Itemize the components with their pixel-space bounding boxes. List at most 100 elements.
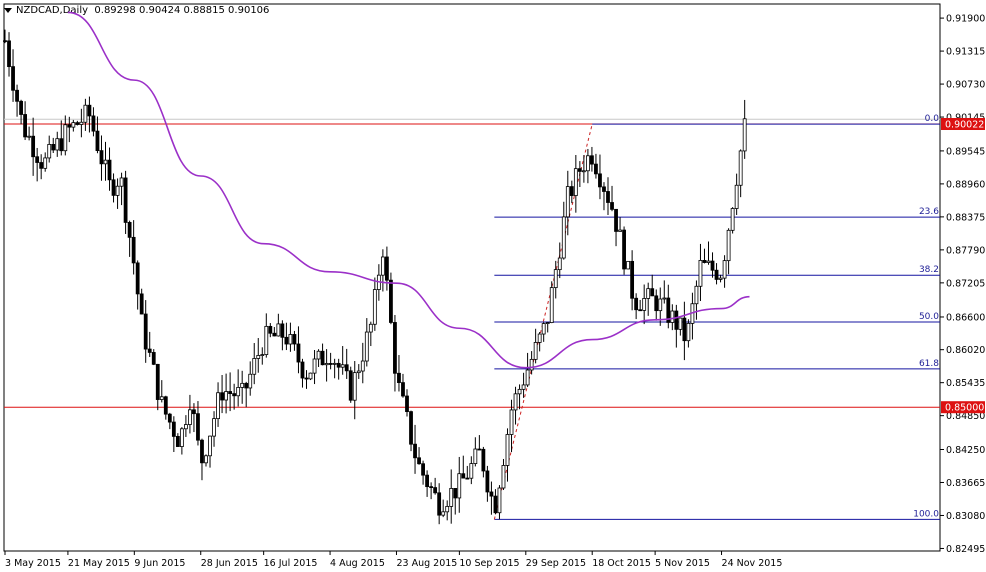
candle-body bbox=[598, 173, 602, 188]
candle-body bbox=[159, 396, 164, 400]
candle-body bbox=[171, 421, 176, 437]
y-tick-label: 0.87205 bbox=[946, 278, 985, 289]
candle-body bbox=[63, 124, 68, 152]
candle-body bbox=[220, 392, 224, 401]
candle-body bbox=[7, 40, 11, 68]
candle-body bbox=[31, 135, 36, 158]
candle-body bbox=[360, 360, 365, 372]
candle-body bbox=[734, 184, 739, 209]
candle-body bbox=[248, 373, 253, 389]
candle-body bbox=[183, 424, 188, 430]
candle-body bbox=[469, 463, 474, 479]
x-tick-label: 21 May 2015 bbox=[68, 558, 130, 569]
fib-level-label: 61.8 bbox=[919, 359, 939, 369]
candle-body bbox=[155, 363, 160, 400]
candle-body bbox=[43, 157, 48, 169]
candle-body bbox=[99, 150, 104, 165]
candle-body bbox=[244, 382, 249, 389]
candle-body bbox=[501, 465, 506, 489]
candle-body bbox=[272, 332, 277, 337]
candlestick-chart[interactable]: 0.0 23.6 38.2 50.0 61.8 100.0 0.91900 0.91315 0… bbox=[0, 0, 986, 572]
fib-level-label: 50.0 bbox=[919, 312, 939, 322]
y-tick-label: 0.82495 bbox=[946, 544, 985, 555]
candle-body bbox=[55, 138, 60, 151]
y-tick-label: 0.85435 bbox=[946, 378, 985, 389]
candle-body bbox=[401, 382, 405, 397]
candle-body bbox=[188, 409, 192, 425]
candle-body bbox=[714, 269, 719, 280]
candle-body bbox=[304, 377, 309, 380]
candle-body bbox=[706, 260, 711, 263]
x-tick-label: 10 Sep 2015 bbox=[459, 558, 519, 569]
candle-body bbox=[135, 262, 140, 295]
candle-body bbox=[208, 435, 212, 457]
candle-body bbox=[107, 159, 112, 181]
candle-body bbox=[256, 355, 261, 359]
candle-body bbox=[513, 393, 518, 411]
candle-body bbox=[429, 486, 434, 489]
x-tick-label: 9 Jun 2015 bbox=[134, 558, 185, 569]
x-tick-label: 5 Nov 2015 bbox=[655, 558, 710, 569]
y-tick-label: 0.86020 bbox=[946, 345, 985, 356]
y-tick-label: 0.87790 bbox=[946, 245, 985, 256]
y-tick-label: 0.91900 bbox=[946, 14, 985, 25]
x-tick-label: 3 May 2015 bbox=[5, 558, 61, 569]
y-tick-label: 0.89545 bbox=[946, 146, 985, 157]
candle-body bbox=[268, 325, 273, 334]
x-tick-label: 23 Aug 2015 bbox=[396, 558, 457, 569]
candle-body bbox=[228, 391, 233, 395]
candle-body bbox=[79, 121, 84, 125]
candle-body bbox=[91, 115, 96, 132]
candle-body bbox=[437, 492, 442, 516]
candle-body bbox=[75, 122, 80, 125]
candle-body bbox=[537, 333, 542, 343]
candle-body bbox=[111, 179, 116, 196]
x-tick-label: 18 Oct 2015 bbox=[592, 558, 651, 569]
candle-body bbox=[368, 323, 373, 333]
candle-body bbox=[196, 413, 200, 441]
candle-body bbox=[312, 358, 317, 374]
candle-body bbox=[590, 155, 594, 165]
y-tick-label: 0.88960 bbox=[946, 179, 985, 190]
candle-body bbox=[389, 279, 393, 323]
candle-body bbox=[27, 135, 32, 138]
candle-body bbox=[465, 477, 470, 480]
candle-body bbox=[658, 298, 663, 312]
candle-body bbox=[200, 439, 204, 464]
candle-body bbox=[662, 297, 667, 300]
candle-body bbox=[340, 364, 345, 368]
candle-body bbox=[372, 289, 377, 325]
candle-body bbox=[477, 448, 482, 451]
candle-body bbox=[11, 66, 15, 91]
candle-body bbox=[224, 391, 229, 401]
candle-body bbox=[614, 208, 618, 232]
candle-body bbox=[630, 260, 635, 299]
candle-body bbox=[553, 269, 558, 289]
candle-body bbox=[738, 150, 743, 186]
candle-body bbox=[348, 370, 353, 401]
candle-body bbox=[606, 191, 610, 203]
candle-body bbox=[517, 388, 522, 395]
candle-body bbox=[300, 361, 305, 379]
candle-body bbox=[622, 229, 626, 270]
candle-body bbox=[509, 409, 514, 435]
candle-body bbox=[115, 185, 120, 196]
candle-body bbox=[87, 104, 92, 117]
y-tick-label: 0.86600 bbox=[946, 312, 985, 323]
candle-body bbox=[545, 322, 550, 324]
candle-body bbox=[288, 334, 293, 345]
candle-body bbox=[393, 322, 397, 374]
candle-body bbox=[638, 309, 643, 312]
candle-body bbox=[151, 352, 156, 365]
fib-level-label: 0.0 bbox=[925, 114, 940, 124]
candle-body bbox=[292, 334, 297, 345]
candle-body bbox=[131, 236, 136, 264]
candle-body bbox=[384, 256, 389, 281]
candle-body bbox=[95, 130, 100, 152]
candle-body bbox=[240, 382, 245, 388]
candle-body bbox=[163, 396, 168, 415]
candle-body bbox=[260, 354, 265, 356]
candle-body bbox=[59, 138, 64, 152]
candle-body bbox=[204, 455, 208, 464]
candle-body bbox=[533, 342, 538, 360]
